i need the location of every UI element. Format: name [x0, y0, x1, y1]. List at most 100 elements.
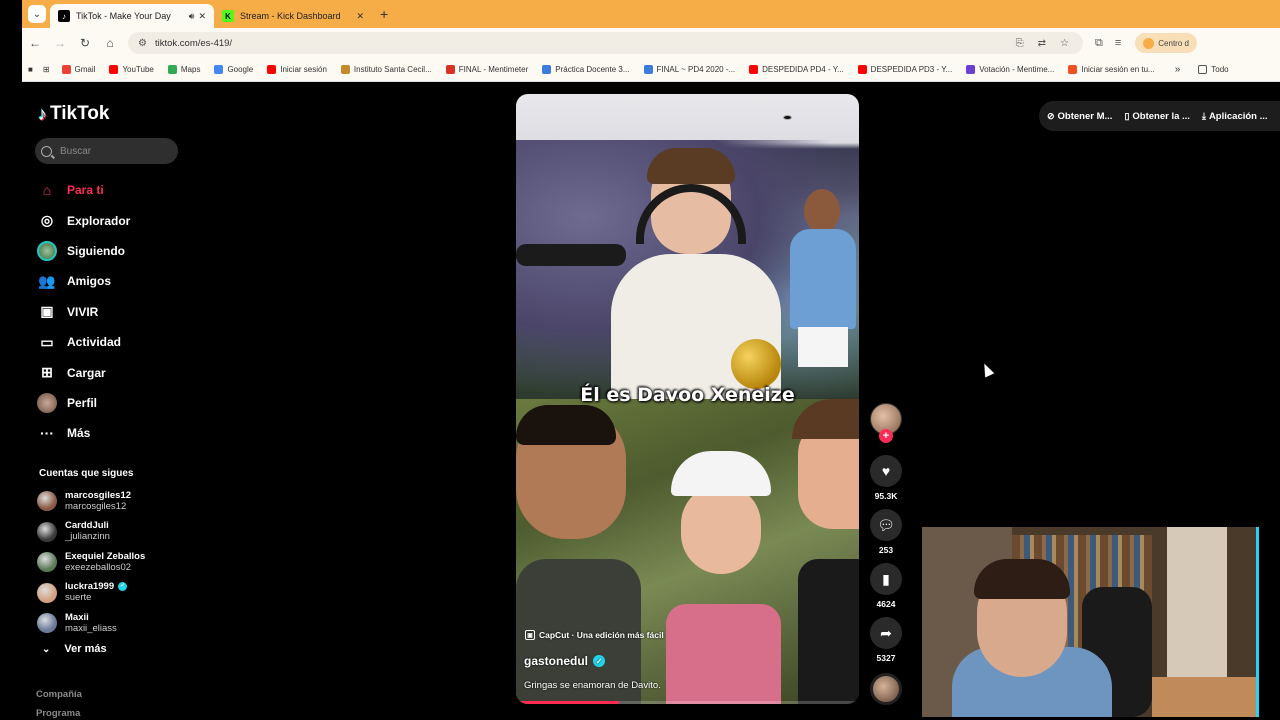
sidebar-item-label: Explorador	[67, 213, 131, 228]
follow-plus-icon[interactable]: +	[879, 429, 893, 443]
music-disc-avatar[interactable]	[870, 673, 902, 705]
speaker-icon[interactable]: 🔊︎	[189, 11, 195, 22]
bookmark-item[interactable]: Práctica Docente 3...	[542, 65, 630, 74]
account-username: marcosgiles12	[65, 500, 127, 512]
home-icon[interactable]: ⌂	[98, 31, 122, 55]
bookmark-item[interactable]: DESPEDIDA PD4 - Y...	[749, 65, 844, 74]
sidebar-item-perfil[interactable]: Perfil	[36, 388, 186, 418]
share-icon[interactable]: ➦	[870, 617, 902, 649]
share-count: 5327	[876, 653, 896, 663]
top-action-button[interactable]: ▯ Obtener la ...	[1124, 111, 1190, 122]
following-account[interactable]: luckra1999 ✓ suerte	[37, 578, 207, 609]
share-button[interactable]: ➦ 5327	[868, 617, 904, 663]
translate-icon[interactable]: ⇄	[1038, 38, 1046, 49]
video-frame-top	[516, 94, 859, 404]
back-icon[interactable]: ←	[23, 31, 47, 55]
bookmark-star-icon[interactable]: ☆	[1060, 38, 1069, 49]
tab-search-button[interactable]: ⌄	[28, 5, 46, 23]
capcut-link[interactable]: ▣ CapCut · Una edición más fácil	[525, 630, 664, 640]
tab-tiktok[interactable]: ♪ TikTok - Make Your Day 🔊︎ ✕	[50, 4, 214, 28]
top-action-button[interactable]: ⤓ Aplicación ...	[1202, 111, 1268, 122]
save-button[interactable]: ▮ 4624	[868, 563, 904, 609]
site-info-icon[interactable]: ⚙	[138, 38, 147, 49]
sidebar-item-amigos[interactable]: 👥 Amigos	[36, 266, 186, 296]
top-action-button[interactable]: ⊘ Obtener M...	[1047, 111, 1112, 122]
heart-icon[interactable]: ♥	[870, 455, 902, 487]
following-account[interactable]: Exequiel Zeballos exeezeballos02	[37, 547, 207, 578]
address-bar[interactable]: ⚙ tiktok.com/es-419/ ⎘ ⇄ ☆	[128, 32, 1083, 54]
bookmark-item[interactable]: DESPEDIDA PD3 - Y...	[857, 65, 952, 74]
sidebar-item-para-ti[interactable]: ⌂ Para ti	[36, 175, 186, 205]
see-more-button[interactable]: ⌄ Ver más	[42, 643, 107, 655]
bookmark-item[interactable]: YouTube	[109, 65, 154, 74]
video-author[interactable]: gastonedul ✓	[524, 654, 606, 668]
like-button[interactable]: ♥ 95.3K	[868, 455, 904, 501]
footer-company-link[interactable]: Compañía	[36, 689, 82, 700]
bookmark-item[interactable]: Maps	[167, 65, 200, 74]
profile-chip[interactable]: Centro d	[1135, 33, 1197, 53]
author-name[interactable]: gastonedul	[524, 654, 588, 668]
bookmark-icon[interactable]: ▮	[870, 563, 902, 595]
save-count: 4624	[876, 599, 896, 609]
search-input[interactable]	[60, 145, 160, 157]
sidebar-item-siguiendo[interactable]: Siguiendo	[36, 236, 186, 266]
sidebar-item-cargar[interactable]: ⊞ Cargar	[36, 357, 186, 387]
bookmark-item[interactable]: Iniciar sesión en tu...	[1068, 65, 1155, 74]
bookmark-label: Gmail	[74, 65, 96, 74]
media-controls-icon[interactable]: ≡	[1115, 37, 1121, 49]
bookmark-favicon-icon	[966, 65, 976, 74]
following-account[interactable]: marcosgiles12 marcosgiles12	[37, 486, 207, 517]
sidebar-item-más[interactable]: ··· Más	[36, 418, 186, 448]
url-text[interactable]: tiktok.com/es-419/	[155, 38, 1016, 49]
bookmark-label: Instituto Santa Cecil...	[353, 65, 432, 74]
bookmark-item[interactable]: Votación - Mentime...	[966, 65, 1054, 74]
bookmark-label: Iniciar sesión	[280, 65, 327, 74]
bookmark-item[interactable]: Iniciar sesión	[267, 65, 327, 74]
account-name: marcosgiles12	[65, 489, 132, 501]
bookmark-favicon-icon	[445, 65, 455, 74]
bookmark-item[interactable]: FINAL ~ PD4 2020 -...	[643, 65, 736, 74]
bookmarks-folder[interactable]: Todo	[1198, 65, 1229, 74]
account-username: _julianzinn	[65, 531, 110, 543]
video-progress-bar[interactable]	[516, 701, 859, 704]
video-player[interactable]: Él es Davoo Xeneize ▣ CapCut · Una edici…	[516, 94, 859, 704]
apps-grid-icon[interactable]: ⊞	[43, 65, 50, 74]
mouse-cursor-icon	[979, 361, 995, 378]
bookmark-item[interactable]: FINAL - Mentimeter	[445, 65, 528, 74]
footer-program-link[interactable]: Programa	[36, 708, 80, 719]
search-box[interactable]	[35, 138, 178, 164]
profile-avatar-icon	[1143, 37, 1155, 49]
kick-favicon-icon: K	[222, 10, 234, 22]
bookmark-label: FINAL ~ PD4 2020 -...	[656, 65, 736, 74]
capcut-icon: ▣	[525, 630, 535, 640]
reload-icon[interactable]: ↻	[73, 31, 97, 55]
comment-button[interactable]: 💬︎ 253	[868, 509, 904, 555]
new-tab-icon[interactable]: +	[380, 6, 388, 22]
tab-kick[interactable]: K Stream - Kick Dashboard ✕	[214, 4, 372, 28]
install-app-icon[interactable]: ⎘	[1016, 38, 1024, 49]
profile-icon	[36, 392, 58, 414]
bookmarks-overflow-icon[interactable]: »	[1175, 64, 1181, 75]
following-account[interactable]: CarddJuli _julianzinn	[37, 517, 207, 548]
search-icon	[41, 145, 52, 157]
tiktok-logo[interactable]: ♪ TikTok	[38, 103, 109, 125]
top-action-label: Aplicación ...	[1208, 110, 1268, 122]
close-tab-icon[interactable]: ✕	[356, 11, 364, 22]
bookmark-item[interactable]: Gmail	[61, 65, 96, 74]
forward-icon[interactable]: →	[48, 31, 72, 55]
bookmark-side-panel-icon[interactable]: ■	[28, 65, 33, 74]
sidebar-item-label: Más	[67, 426, 91, 441]
close-tab-icon[interactable]: ✕	[198, 11, 206, 22]
comment-icon[interactable]: 💬︎	[870, 509, 902, 541]
browser-toolbar: ← → ↻ ⌂ ⚙ tiktok.com/es-419/ ⎘ ⇄ ☆ ⧉ ≡ C…	[22, 28, 1280, 58]
bookmark-item[interactable]: Google	[214, 65, 253, 74]
sidebar-item-actividad[interactable]: ▭ Actividad	[36, 327, 186, 357]
following-account[interactable]: Maxii maxii_eliass	[37, 608, 207, 639]
bookmark-label: Iniciar sesión en tu...	[1081, 65, 1155, 74]
bookmark-item[interactable]: Instituto Santa Cecil...	[340, 65, 432, 74]
sidebar-item-explorador[interactable]: ◎ Explorador	[36, 205, 186, 235]
extensions-icon[interactable]: ⧉	[1095, 37, 1103, 50]
top-action-label: Obtener la ...	[1132, 110, 1190, 122]
sidebar-item-vivir[interactable]: ▣ VIVIR	[36, 297, 186, 327]
comment-count: 253	[878, 545, 894, 555]
